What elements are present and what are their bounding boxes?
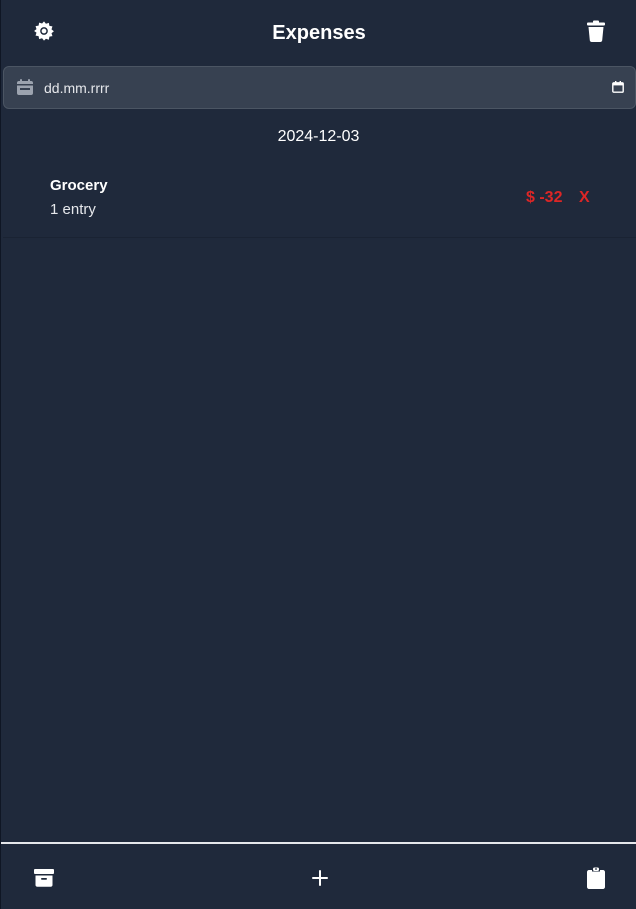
clipboard-icon bbox=[587, 867, 605, 889]
calendar-icon bbox=[16, 78, 34, 96]
entry-count: 1 entry bbox=[50, 201, 96, 218]
add-expense-button[interactable] bbox=[304, 862, 336, 894]
trash-icon bbox=[587, 20, 605, 42]
category-name: Grocery bbox=[50, 177, 108, 194]
calendar-picker-icon[interactable] bbox=[612, 80, 626, 94]
app-window: Expenses dd.mm.rrrr 2024-12-03 Grocery 1… bbox=[0, 0, 636, 909]
page-title: Expenses bbox=[272, 22, 366, 44]
remove-entry-button[interactable]: X bbox=[579, 189, 590, 207]
clipboard-button[interactable] bbox=[580, 862, 612, 894]
date-input[interactable] bbox=[44, 75, 604, 101]
plus-icon bbox=[312, 870, 328, 886]
archive-button[interactable] bbox=[28, 862, 60, 894]
archive-icon bbox=[34, 869, 54, 887]
header: Expenses bbox=[1, 0, 636, 66]
day-date-header: 2024-12-03 bbox=[277, 128, 360, 145]
delete-all-button[interactable] bbox=[580, 15, 612, 47]
bottom-bar bbox=[1, 842, 636, 909]
list-item[interactable]: Grocery 1 entry $ -32 X bbox=[3, 162, 636, 238]
entry-amount: $ -32 bbox=[526, 189, 563, 206]
date-filter bbox=[3, 66, 636, 109]
